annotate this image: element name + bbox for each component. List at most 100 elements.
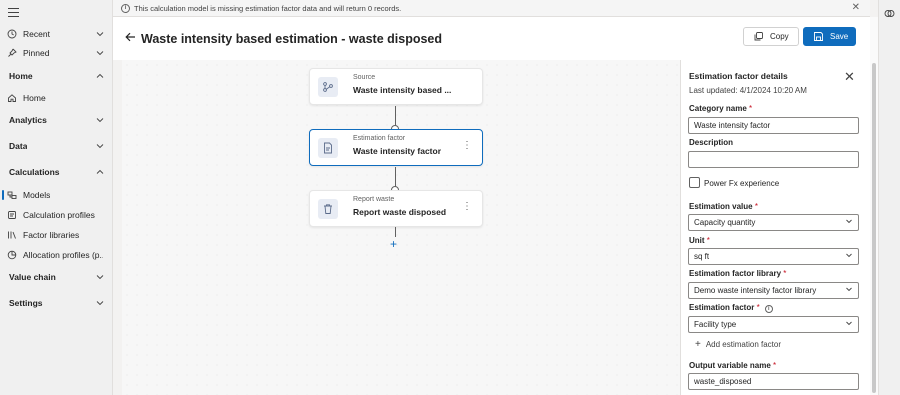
more-options-icon[interactable]: ⋮: [462, 141, 472, 151]
add-node-icon[interactable]: +: [390, 237, 397, 251]
nav-calculation-profiles[interactable]: Calculation profiles: [0, 206, 113, 224]
save-icon: [814, 32, 823, 41]
description-label: Description: [689, 138, 734, 147]
copilot-icon[interactable]: [884, 8, 895, 19]
connector-line: [395, 106, 396, 126]
back-arrow-icon[interactable]: [125, 31, 136, 45]
nav-home[interactable]: Home: [0, 89, 113, 107]
scrollbar-thumb[interactable]: [872, 63, 876, 393]
connector-line: [395, 167, 396, 188]
report-waste-node[interactable]: Report waste Report waste disposed ⋮: [309, 190, 483, 227]
source-node[interactable]: Source Waste intensity based ...: [309, 68, 483, 105]
info-banner: i This calculation model is missing esti…: [113, 0, 870, 17]
copy-icon: [754, 32, 763, 41]
node-caption: Source: [353, 74, 376, 81]
nav-label: Calculation profiles: [23, 210, 95, 220]
chevron-down-icon: [845, 249, 853, 264]
category-name-label: Category name: [689, 104, 747, 113]
unit-label: Unit: [689, 236, 705, 245]
more-options-icon[interactable]: ⋮: [462, 202, 472, 212]
estimation-value-dropdown[interactable]: Capacity quantity: [688, 214, 859, 231]
powerfx-label: Power Fx experience: [704, 179, 780, 188]
close-icon[interactable]: ✕: [844, 69, 855, 85]
close-icon[interactable]: ✕: [852, 2, 860, 13]
chevron-down-icon: [845, 283, 853, 298]
nav-section-label: Calculations: [9, 167, 60, 177]
last-updated: Last updated: 4/1/2024 10:20 AM: [689, 86, 807, 95]
page-title: Waste intensity based estimation - waste…: [141, 32, 443, 46]
nav-section-home[interactable]: Home: [0, 67, 113, 85]
allocation-icon: [7, 250, 17, 260]
nav-label: Models: [23, 190, 51, 200]
estimation-value-selected: Capacity quantity: [694, 218, 756, 227]
estimation-factor-dropdown[interactable]: Facility type: [688, 316, 859, 333]
nav-allocation-profiles[interactable]: Allocation profiles (p...: [0, 246, 113, 264]
chevron-up-icon: [95, 71, 105, 81]
node-name: Waste intensity based ...: [353, 85, 452, 95]
banner-message: This calculation model is missing estima…: [134, 4, 402, 13]
nav-section-label: Settings: [9, 298, 43, 308]
library-dropdown[interactable]: Demo waste intensity factor library: [688, 282, 859, 299]
chevron-up-icon: [95, 167, 105, 177]
required-mark: *: [749, 104, 753, 113]
category-name-input[interactable]: Waste intensity factor: [688, 117, 859, 134]
estimation-factor-node[interactable]: Estimation factor Waste intensity factor…: [309, 129, 483, 166]
node-name: Waste intensity factor: [353, 146, 442, 156]
nav-label: Home: [23, 93, 46, 103]
category-name-value: Waste intensity factor: [694, 121, 771, 130]
powerfx-checkbox[interactable]: [689, 177, 700, 188]
nav-section-label: Value chain: [9, 272, 56, 282]
copy-button[interactable]: Copy: [743, 27, 799, 46]
chevron-down-icon: [95, 272, 105, 282]
chevron-down-icon: [95, 298, 105, 308]
nav-factor-libraries[interactable]: Factor libraries: [0, 226, 113, 244]
node-name: Report waste disposed: [353, 207, 447, 217]
nav-section-label: Data: [9, 141, 28, 151]
copy-button-label: Copy: [770, 32, 789, 41]
required-mark: *: [706, 236, 710, 245]
info-icon[interactable]: i: [764, 305, 773, 313]
models-icon: [7, 190, 17, 200]
nav-section-calculations[interactable]: Calculations: [0, 163, 113, 181]
required-mark: *: [773, 361, 777, 370]
plus-icon: +: [695, 339, 701, 350]
nav-section-data[interactable]: Data: [0, 137, 113, 155]
nav-section-analytics[interactable]: Analytics: [0, 111, 113, 129]
hamburger-menu-icon[interactable]: [8, 8, 19, 17]
description-input[interactable]: [688, 151, 859, 168]
nav-models[interactable]: Models: [0, 186, 113, 204]
chevron-down-icon: [95, 115, 105, 125]
nav-pinned[interactable]: Pinned: [0, 44, 113, 62]
field-label: Estimation factor * i: [689, 303, 773, 313]
save-button[interactable]: Save: [803, 27, 856, 46]
nav-section-label: Home: [9, 71, 33, 81]
bin-icon: [318, 199, 338, 219]
nav-section-settings[interactable]: Settings: [0, 294, 113, 312]
left-navigation: Recent Pinned Home Home Analytics Data C…: [0, 0, 113, 395]
add-estimation-factor-button[interactable]: + Add estimation factor: [695, 339, 781, 350]
nav-recent[interactable]: Recent: [0, 25, 113, 43]
model-canvas[interactable]: Source Waste intensity based ... Estimat…: [122, 60, 680, 395]
library-selected: Demo waste intensity factor library: [694, 286, 817, 295]
field-label: Estimation factor library *: [689, 269, 786, 278]
output-variable-label: Output variable name: [689, 361, 771, 370]
estimation-factor-label: Estimation factor: [689, 303, 755, 312]
chevron-down-icon: [95, 29, 105, 39]
required-mark: *: [783, 269, 787, 278]
node-caption: Report waste: [353, 196, 395, 203]
profile-icon: [7, 210, 17, 220]
nav-label: Factor libraries: [23, 230, 80, 240]
required-mark: *: [754, 202, 758, 211]
nav-section-value-chain[interactable]: Value chain: [0, 268, 113, 286]
output-variable-input[interactable]: waste_disposed: [688, 373, 859, 390]
chevron-down-icon: [95, 141, 105, 151]
pin-icon: [7, 48, 17, 58]
chevron-down-icon: [845, 317, 853, 332]
required-mark: *: [756, 303, 760, 312]
vertical-scrollbar[interactable]: [870, 17, 878, 395]
source-icon: [318, 77, 338, 97]
nav-section-label: Analytics: [9, 115, 47, 125]
node-caption: Estimation factor: [353, 135, 406, 142]
panel-title: Estimation factor details: [689, 71, 788, 81]
unit-dropdown[interactable]: sq ft: [688, 248, 859, 265]
